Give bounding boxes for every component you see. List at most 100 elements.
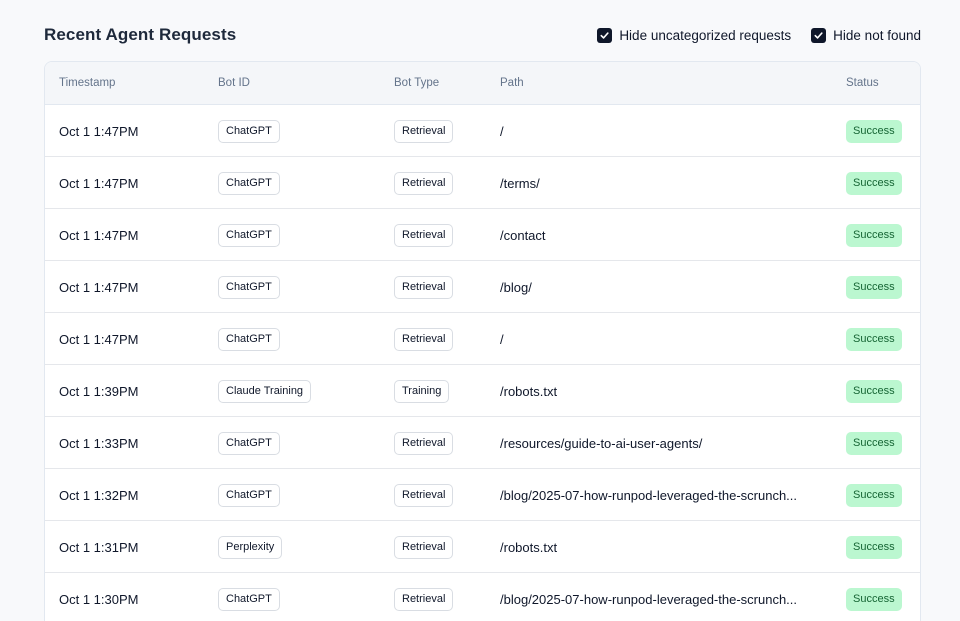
table-row[interactable]: Oct 1 1:47PM ChatGPT Retrieval/blog/Succes…	[45, 261, 920, 313]
table-row[interactable]: Oct 1 1:39PM Claude Training Training/robo…	[45, 365, 920, 417]
bot-type-cell: Retrieval	[394, 157, 454, 209]
path-cell: /blog/2025-07-how-runpod-leveraged-the-s…	[500, 573, 830, 621]
bot-type-cell: Retrieval	[394, 573, 454, 621]
path-cell: /	[500, 105, 830, 157]
table-body: Oct 1 1:47PM ChatGPT Retrieval / Success Oct …	[45, 105, 920, 621]
path-cell: /terms/	[500, 157, 830, 209]
status-badge: Success	[846, 119, 902, 143]
status-badge: Success	[846, 327, 902, 351]
status-badge: Success	[846, 379, 902, 403]
status-cell: Success	[846, 521, 902, 573]
table-row[interactable]: Oct 1 1:47PM ChatGPT Retrieval / Success	[45, 313, 920, 365]
bot-id-cell: ChatGPT	[218, 209, 280, 261]
timestamp-cell: Oct 1 1:31PM	[59, 539, 139, 555]
bot-id-chip: ChatGPT	[218, 431, 280, 455]
filter-hide-not-found[interactable]: Hide not found	[811, 27, 921, 43]
filter-hide-uncategorized[interactable]: Hide uncategorized requests	[597, 27, 792, 43]
path-text: /robots.txt	[500, 383, 558, 399]
bot-id-cell: Claude Training	[218, 365, 312, 417]
header: Recent Agent Requests Hide uncategorized…	[44, 18, 921, 52]
checkbox-checked-icon[interactable]	[597, 27, 613, 43]
page-title: Recent Agent Requests	[44, 25, 237, 44]
path-cell: /robots.txt	[500, 521, 830, 573]
filter-label: Hide uncategorized requests	[619, 27, 792, 43]
status-cell: Success	[846, 469, 902, 521]
status-badge: Success	[846, 275, 902, 299]
path-text: /terms/	[500, 175, 540, 191]
bot-id-cell: ChatGPT	[218, 417, 280, 469]
status-badge: Success	[846, 431, 902, 455]
bot-id-chip: Claude Training	[218, 379, 312, 403]
bot-id-cell: ChatGPT	[218, 573, 280, 621]
status-cell: Success	[846, 573, 902, 621]
path-text: /blog/	[500, 279, 532, 295]
path-cell: /resources/guide-to-ai-user-agents/	[500, 417, 830, 469]
status-cell: Success	[846, 365, 902, 417]
table-row[interactable]: Oct 1 1:47PM ChatGPT Retrieval / Success	[45, 105, 920, 157]
bot-type-cell: Retrieval	[394, 469, 454, 521]
column-header-path[interactable]: Path	[500, 62, 524, 105]
column-header-bot-type[interactable]: Bot Type	[394, 62, 439, 105]
bot-type-chip: Retrieval	[394, 275, 454, 299]
timestamp-cell: Oct 1 1:30PM	[59, 591, 139, 607]
bot-type-cell: Retrieval	[394, 313, 454, 365]
timestamp-cell: Oct 1 1:47PM	[59, 123, 139, 139]
page: Recent Agent Requests Hide uncategorized…	[0, 0, 960, 621]
status-badge: Success	[846, 483, 902, 507]
bot-type-chip: Retrieval	[394, 483, 454, 507]
table-header: Timestamp Bot ID Bot Type Path Status	[45, 62, 920, 105]
checkbox-checked-icon[interactable]	[811, 27, 827, 43]
bot-type-chip: Retrieval	[394, 327, 454, 351]
path-text: /	[500, 331, 504, 347]
status-cell: Success	[846, 209, 902, 261]
bot-id-chip: Perplexity	[218, 535, 283, 559]
status-cell: Success	[846, 417, 902, 469]
status-cell: Success	[846, 261, 902, 313]
status-badge: Success	[846, 535, 902, 559]
bot-type-cell: Retrieval	[394, 521, 454, 573]
bot-type-chip: Retrieval	[394, 535, 454, 559]
requests-table: Timestamp Bot ID Bot Type Path Status Oc…	[44, 61, 921, 621]
column-header-bot-id[interactable]: Bot ID	[218, 62, 250, 105]
timestamp-cell: Oct 1 1:47PM	[59, 175, 139, 191]
bot-type-chip: Retrieval	[394, 587, 454, 611]
bot-type-cell: Retrieval	[394, 209, 454, 261]
timestamp-cell: Oct 1 1:32PM	[59, 487, 139, 503]
timestamp-cell: Oct 1 1:47PM	[59, 331, 139, 347]
bot-id-cell: Perplexity	[218, 521, 283, 573]
bot-id-chip: ChatGPT	[218, 119, 280, 143]
path-cell: /	[500, 313, 830, 365]
column-header-timestamp[interactable]: Timestamp	[59, 62, 115, 105]
bot-id-chip: ChatGPT	[218, 483, 280, 507]
status-cell: Success	[846, 313, 902, 365]
table-row[interactable]: Oct 1 1:47PM ChatGPT Retrieval/terms/Succe…	[45, 157, 920, 209]
table-row[interactable]: Oct 1 1:32PM ChatGPT Retrieval/blog/2025-0…	[45, 469, 920, 521]
bot-id-chip: ChatGPT	[218, 171, 280, 195]
status-badge: Success	[846, 587, 902, 611]
path-text: /contact	[500, 227, 546, 243]
bot-id-chip: ChatGPT	[218, 275, 280, 299]
status-cell: Success	[846, 105, 902, 157]
bot-type-cell: Training	[394, 365, 450, 417]
bot-type-chip: Retrieval	[394, 119, 454, 143]
bot-type-chip: Retrieval	[394, 431, 454, 455]
bot-type-cell: Retrieval	[394, 417, 454, 469]
bot-id-cell: ChatGPT	[218, 157, 280, 209]
timestamp-cell: Oct 1 1:33PM	[59, 435, 139, 451]
table-row[interactable]: Oct 1 1:47PM ChatGPT Retrieval/contact Succ…	[45, 209, 920, 261]
table-row[interactable]: Oct 1 1:31PM Perplexity Retrieval/robots.t…	[45, 521, 920, 573]
filters: Hide uncategorized requests Hide not fou…	[597, 27, 921, 43]
bot-id-chip: ChatGPT	[218, 587, 280, 611]
path-text: /blog/2025-07-how-runpod-leveraged-the-s…	[500, 487, 798, 503]
bot-type-cell: Retrieval	[394, 261, 454, 313]
bot-type-chip: Training	[394, 379, 450, 403]
bot-type-cell: Retrieval	[394, 105, 454, 157]
path-text: /	[500, 123, 504, 139]
bot-id-chip: ChatGPT	[218, 223, 280, 247]
bot-id-cell: ChatGPT	[218, 261, 280, 313]
table-row[interactable]: Oct 1 1:30PM ChatGPT Retrieval/blog/2025-0…	[45, 573, 920, 621]
bot-id-cell: ChatGPT	[218, 105, 280, 157]
path-cell: /contact	[500, 209, 830, 261]
table-row[interactable]: Oct 1 1:33PM ChatGPT Retrieval/resources/g…	[45, 417, 920, 469]
column-header-status[interactable]: Status	[846, 62, 879, 105]
